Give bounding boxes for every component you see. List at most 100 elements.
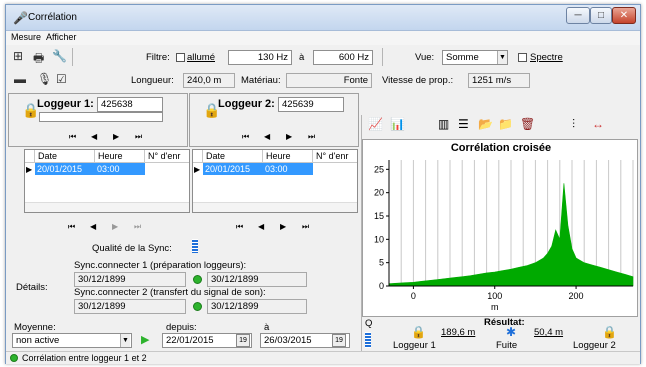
- status-icon: [10, 354, 18, 362]
- microphone-icon[interactable]: 🎙: [37, 72, 52, 86]
- logger2-id[interactable]: 425639: [278, 97, 344, 112]
- lower1-first-button[interactable]: ⏮: [68, 222, 75, 232]
- logger2-label: Loggeur 2:: [218, 98, 275, 110]
- column-header-num[interactable]: N° d'enr: [313, 150, 357, 163]
- logger1-prev-button[interactable]: ◀: [91, 132, 97, 141]
- close-button[interactable]: ✕: [612, 7, 636, 24]
- table-row[interactable]: 20/01/2015 03:00: [35, 163, 145, 175]
- sync2-status-icon: [193, 302, 202, 311]
- logger1-table[interactable]: Date Heure N° d'enr ▶ 20/01/2015 03:00: [24, 149, 190, 213]
- table-row[interactable]: 20/01/2015 03:00: [203, 163, 313, 175]
- leak-icon: ✱: [506, 325, 517, 339]
- range-icon[interactable]: ↔: [592, 117, 604, 131]
- logger1-last-button[interactable]: ⏭: [135, 132, 142, 142]
- vue-label: Vue:: [415, 52, 435, 63]
- delete-icon[interactable]: 🗑: [520, 117, 535, 131]
- chart-title: Corrélation croisée: [450, 142, 552, 154]
- y-tick-label: 10: [374, 234, 384, 244]
- lower2-next-button[interactable]: ▶: [280, 222, 286, 231]
- column-header-date[interactable]: Date: [35, 150, 95, 163]
- chart-bar-icon[interactable]: 📊: [390, 117, 405, 131]
- logger1-next-button[interactable]: ▶: [113, 132, 119, 141]
- menu-mesure[interactable]: Mesure: [11, 32, 41, 42]
- q-label: Q: [365, 318, 373, 329]
- sync1-right-value: 30/12/1899: [207, 272, 307, 287]
- column-header-date[interactable]: Date: [203, 150, 263, 163]
- logger1-progress: [39, 112, 163, 122]
- logger2-hscrollbar[interactable]: [193, 202, 357, 212]
- logger2-table[interactable]: Date Heure N° d'enr ▶ 20/01/2015 03:00: [192, 149, 358, 213]
- column-header-num[interactable]: N° d'enr: [145, 150, 189, 163]
- lower1-next-button[interactable]: ▶: [112, 222, 118, 231]
- sync1-left-value: 30/12/1899: [74, 272, 186, 287]
- cross-correlation-chart[interactable]: Corrélation croisée 0 5 10 15 20 25 0 100 200 m: [362, 139, 638, 317]
- sync-quality-bar: [192, 239, 198, 253]
- lower2-prev-button[interactable]: ◀: [258, 222, 264, 231]
- cursor-icon[interactable]: ⫶: [572, 117, 575, 132]
- calendar-icon[interactable]: 19: [332, 334, 346, 347]
- lower2-last-button[interactable]: ⏭: [302, 222, 309, 232]
- spectre-label: Spectre: [530, 52, 563, 63]
- freq-high-input[interactable]: 600 Hz: [313, 50, 373, 65]
- menu-afficher[interactable]: Afficher: [46, 32, 76, 42]
- lower1-prev-button[interactable]: ◀: [90, 222, 96, 231]
- calendar-icon[interactable]: 19: [236, 334, 250, 347]
- row-pointer-icon: ▶: [26, 165, 33, 174]
- distance-logger2: 50,4 m: [534, 327, 564, 338]
- logger1-first-button[interactable]: ⏮: [69, 132, 76, 142]
- sync1-label: Sync.connecter 1 (préparation loggeurs):: [74, 260, 247, 271]
- network-icon[interactable]: ⊞: [13, 49, 23, 63]
- moyenne-select[interactable]: non active: [12, 333, 132, 348]
- minimize-button[interactable]: ─: [566, 7, 590, 24]
- lower2-first-button[interactable]: ⏮: [236, 222, 243, 232]
- pipe-icon[interactable]: ▬: [14, 72, 26, 86]
- logger1-id[interactable]: 425638: [97, 97, 163, 112]
- import-icon[interactable]: 📁: [498, 117, 513, 131]
- lower1-last-button[interactable]: ⏭: [134, 222, 141, 232]
- chevron-down-icon[interactable]: ▼: [120, 334, 130, 347]
- y-tick-label: 0: [379, 281, 384, 291]
- printer-icon[interactable]: 🖶: [33, 49, 44, 70]
- moyenne-label: Moyenne:: [14, 322, 56, 333]
- distance-logger1: 189,6 m: [441, 327, 476, 338]
- logger2-prev-button[interactable]: ◀: [264, 132, 270, 141]
- a-date-label: à: [264, 322, 270, 333]
- column-header-heure[interactable]: Heure: [95, 150, 145, 163]
- chart-line-icon[interactable]: 📈: [368, 117, 383, 131]
- grid-icon[interactable]: ▥: [438, 117, 449, 131]
- play-icon[interactable]: ▶: [141, 333, 149, 346]
- status-bar: Corrélation entre loggeur 1 et 2: [6, 351, 640, 364]
- result-logger2-label: Loggeur 2: [573, 340, 616, 351]
- menu-bar: Mesure Afficher: [6, 31, 640, 45]
- logger2-next-button[interactable]: ▶: [286, 132, 292, 141]
- materiau-value: Fonte: [286, 73, 372, 88]
- window-title: Corrélation: [28, 12, 77, 23]
- details-label: Détails:: [16, 282, 48, 293]
- y-tick-label: 5: [379, 258, 384, 268]
- chart-plot: 0 5 10 15 20 25 0 100 200 m: [374, 160, 634, 312]
- logger2-last-button[interactable]: ⏭: [308, 132, 315, 142]
- maximize-button[interactable]: □: [590, 7, 612, 24]
- chevron-down-icon[interactable]: ▼: [497, 51, 507, 64]
- logger2-first-button[interactable]: ⏮: [242, 132, 249, 142]
- list-icon[interactable]: ☰: [458, 117, 469, 131]
- tools-icon[interactable]: 🔧: [52, 49, 67, 63]
- x-tick-label: 0: [411, 291, 416, 301]
- y-tick-label: 25: [374, 164, 384, 174]
- logger1-hscrollbar[interactable]: [25, 202, 189, 212]
- filtre-checkbox[interactable]: [176, 53, 185, 62]
- spectre-checkbox[interactable]: [518, 53, 527, 62]
- x-tick-label: 200: [569, 291, 584, 301]
- export-icon[interactable]: 📂: [478, 117, 493, 131]
- longueur-value: 240,0 m: [183, 73, 235, 88]
- correlation-window: 🎤 Corrélation ─ □ ✕ Mesure Afficher ⊞ 🖶 …: [5, 4, 641, 364]
- checklist-icon[interactable]: ☑: [56, 72, 67, 86]
- depuis-label: depuis:: [166, 322, 197, 333]
- logger-icon: 🎤: [13, 11, 28, 25]
- sync2-right-value: 30/12/1899: [207, 299, 307, 314]
- freq-low-input[interactable]: 130 Hz: [228, 50, 292, 65]
- result-logger1-label: Loggeur 1: [393, 340, 436, 351]
- column-header-heure[interactable]: Heure: [263, 150, 313, 163]
- logger2-panel: 🔒 Loggeur 2: 425639 ⏮ ◀ ▶ ⏭: [189, 93, 359, 147]
- vitesse-label: Vitesse de prop.:: [382, 75, 454, 86]
